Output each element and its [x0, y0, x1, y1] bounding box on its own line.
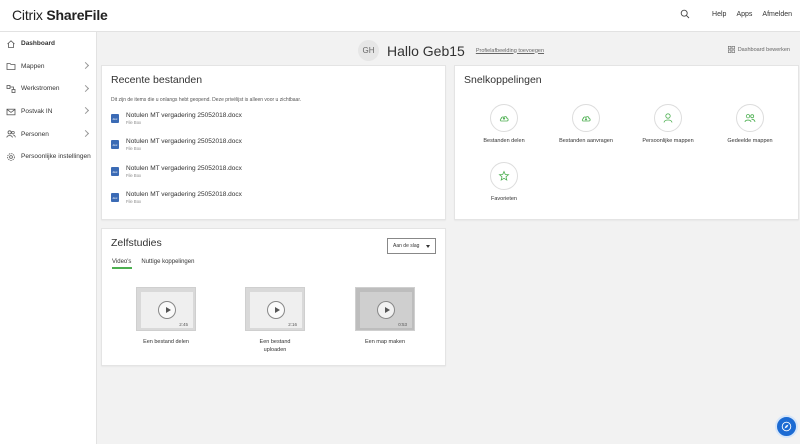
help-chat-button[interactable]	[775, 415, 798, 438]
quick-link-favorites[interactable]: Favorieten	[468, 162, 540, 202]
docx-file-icon: doc	[111, 114, 119, 123]
add-profile-picture-link[interactable]: Profielafbeelding toevoegen	[476, 48, 544, 54]
chevron-right-icon	[81, 129, 90, 137]
file-location: File Box	[126, 146, 142, 151]
quick-link-shared-folders[interactable]: Gedeelde mappen	[714, 104, 786, 144]
person-icon	[663, 113, 673, 123]
video-title: Een bestand delen	[143, 339, 189, 345]
file-location: File Box	[126, 120, 142, 125]
edit-dashboard-label: Dashboard bewerken	[737, 46, 790, 53]
docx-file-icon: doc	[111, 193, 119, 202]
recent-files-card: Recente bestanden Dit zijn de items die …	[101, 65, 446, 220]
file-name: Notulen MT vergadering 25052018.docx	[126, 112, 242, 119]
video-title: Een map maken	[364, 339, 406, 345]
video-duration: 2:16	[288, 322, 297, 327]
top-bar: Citrix ShareFile Help Apps Afmelden	[0, 0, 800, 32]
cloud-upload-icon	[499, 116, 509, 122]
help-link[interactable]: Help	[712, 11, 726, 18]
compass-icon	[781, 421, 792, 432]
tutorials-title: Zelfstudies	[111, 237, 162, 249]
logout-link[interactable]: Afmelden	[762, 11, 792, 18]
tutorial-video[interactable]: 2:45 Een bestand delen	[136, 287, 196, 347]
grid-icon	[727, 46, 735, 53]
search-icon[interactable]	[680, 9, 690, 19]
top-nav: Help Apps Afmelden	[680, 9, 792, 19]
docx-file-icon: doc	[111, 167, 119, 176]
video-duration: 2:45	[179, 322, 188, 327]
tutorial-video[interactable]: 0:53 Een map maken	[355, 287, 415, 347]
tutorials-card: Zelfstudies Aan de slag Video's Nuttige …	[101, 228, 446, 366]
recent-files-description: Dit zijn de items die u onlangs hebt geo…	[111, 97, 302, 103]
recent-file-item[interactable]: doc Notulen MT vergadering 25052018.docx…	[111, 165, 242, 181]
people-icon	[6, 130, 16, 138]
avatar[interactable]: GH	[358, 40, 379, 61]
shared-people-icon	[744, 114, 756, 123]
quick-link-personal-folders[interactable]: Persoonlijke mappen	[632, 104, 704, 144]
quick-link-share-files[interactable]: Bestanden delen	[468, 104, 540, 144]
sidebar-item-werkstromen[interactable]: Werkstromen	[0, 78, 96, 101]
apps-link[interactable]: Apps	[736, 11, 752, 18]
tutorial-tabs: Video's Nuttige koppelingen	[112, 259, 204, 269]
recent-file-item[interactable]: doc Notulen MT vergadering 25052018.docx…	[111, 138, 242, 154]
greeting-text: Hallo Geb15	[387, 42, 465, 59]
gear-icon	[7, 152, 15, 161]
docx-file-icon: doc	[111, 140, 119, 149]
video-thumbnail: 0:53	[355, 287, 415, 331]
edit-dashboard-button[interactable]: Dashboard bewerken	[727, 46, 790, 53]
file-name: Notulen MT vergadering 25052018.docx	[126, 191, 242, 198]
quick-links-title: Snelkoppelingen	[464, 74, 542, 86]
sidebar-item-label: Postvak IN	[21, 108, 53, 116]
citrix-sharefile-logo[interactable]: Citrix ShareFile	[12, 7, 108, 23]
sidebar-item-postvak-in[interactable]: Postvak IN	[0, 100, 96, 123]
play-icon	[158, 301, 176, 319]
sidebar-item-dashboard[interactable]: Dashboard	[0, 33, 96, 56]
recent-files-title: Recente bestanden	[111, 74, 203, 86]
star-icon	[498, 170, 510, 181]
file-name: Notulen MT vergadering 25052018.docx	[126, 165, 242, 172]
mail-icon	[6, 108, 16, 115]
sidebar-item-mappen[interactable]: Mappen	[0, 55, 96, 78]
sidebar-item-label: Dashboard	[21, 40, 55, 48]
video-duration: 0:53	[398, 322, 407, 327]
folder-icon	[6, 63, 16, 71]
sidebar: Dashboard Mappen Werkstromen Postvak IN …	[0, 32, 97, 444]
tutorial-category-select[interactable]: Aan de slag	[387, 238, 436, 254]
quick-links-card: Snelkoppelingen Bestanden delen Bestande…	[454, 65, 799, 220]
tab-videos[interactable]: Video's	[112, 259, 133, 269]
sidebar-item-persoonlijke-instellingen[interactable]: Persoonlijke instellingen	[0, 145, 96, 168]
file-location: File Box	[126, 173, 142, 178]
tab-useful-links[interactable]: Nuttige koppelingen	[141, 259, 194, 269]
chevron-right-icon	[81, 84, 90, 92]
file-location: File Box	[126, 199, 142, 204]
workflow-icon	[6, 85, 16, 93]
quick-link-request-files[interactable]: Bestanden aanvragen	[550, 104, 622, 144]
video-thumbnail: 2:45	[136, 287, 196, 331]
play-icon	[377, 301, 395, 319]
chevron-down-icon	[426, 245, 430, 248]
video-thumbnail: 2:16	[245, 287, 305, 331]
tutorial-video[interactable]: 2:16 Een bestand uploaden	[245, 287, 305, 354]
sidebar-item-label: Werkstromen	[21, 85, 60, 93]
sidebar-item-label: Personen	[21, 130, 49, 138]
recent-file-item[interactable]: doc Notulen MT vergadering 25052018.docx…	[111, 112, 242, 128]
chevron-right-icon	[81, 62, 90, 70]
sidebar-item-personen[interactable]: Personen	[0, 123, 96, 146]
video-title: Een bestand uploaden	[259, 339, 291, 353]
home-icon	[7, 40, 15, 48]
sidebar-item-label: Mappen	[21, 62, 45, 70]
file-name: Notulen MT vergadering 25052018.docx	[126, 138, 242, 145]
play-icon	[267, 301, 285, 319]
user-greeting: GH Hallo Geb15 Profielafbeelding toevoeg…	[358, 40, 544, 61]
select-value: Aan de slag	[393, 243, 420, 249]
chevron-right-icon	[81, 107, 90, 115]
sidebar-item-label: Persoonlijke instellingen	[21, 153, 91, 161]
cloud-download-icon	[581, 116, 591, 122]
recent-file-item[interactable]: doc Notulen MT vergadering 25052018.docx…	[111, 191, 242, 207]
